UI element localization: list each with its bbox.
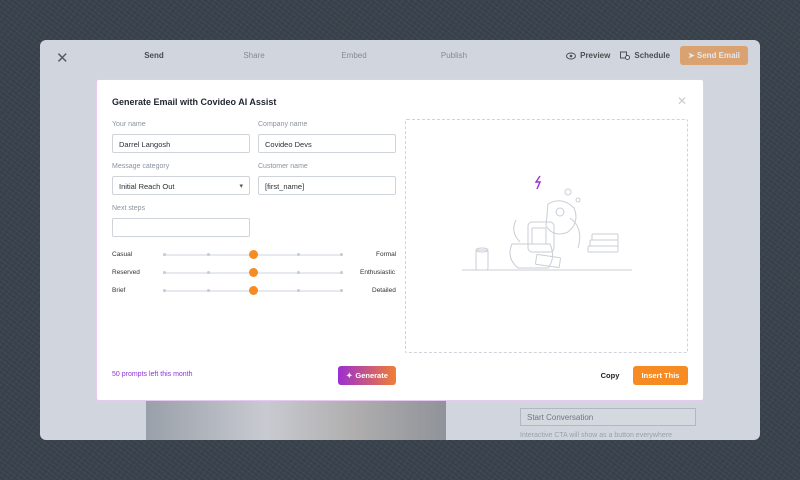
company-name-field[interactable]: Covideo Devs [258, 134, 396, 153]
your-name-field[interactable]: Darrel Langosh [112, 134, 250, 153]
your-name-label: Your name [112, 121, 146, 128]
generate-button[interactable]: ✦ Generate [338, 366, 396, 385]
slider-handle[interactable] [248, 268, 258, 277]
slider-handle[interactable] [248, 250, 258, 259]
customer-name-field[interactable]: [first_name] [258, 176, 396, 195]
slider-right-label: Enthusiastic [360, 269, 396, 276]
slider-tick [297, 289, 300, 292]
slider-tick [297, 271, 300, 274]
slider-tick [207, 289, 210, 292]
slider-tick [207, 271, 210, 274]
slider-tick [163, 289, 166, 292]
message-category-value: Initial Reach Out [119, 182, 175, 191]
slider-handle[interactable] [248, 286, 258, 295]
customer-name-label: Customer name [258, 163, 308, 170]
slider-track[interactable] [163, 286, 343, 295]
modal-title: Generate Email with Covideo AI Assist [112, 97, 277, 107]
close-icon[interactable]: ✕ [677, 94, 687, 108]
slider-right-label: Detailed [372, 287, 396, 294]
insert-this-button[interactable]: Insert This [633, 366, 688, 385]
generate-label: Generate [355, 371, 388, 380]
next-steps-label: Next steps [112, 205, 146, 212]
slider-tick [340, 289, 343, 292]
prompts-remaining: 50 prompts left this month [112, 371, 193, 378]
message-category-select[interactable]: Initial Reach Out ▾ [112, 176, 250, 195]
slider-tick [340, 271, 343, 274]
sparkle-icon: ✦ [346, 371, 353, 380]
slider-tick [297, 253, 300, 256]
slider-tick [207, 253, 210, 256]
ai-assist-modal: Generate Email with Covideo AI Assist ✕ … [96, 79, 704, 401]
slider-tick [340, 253, 343, 256]
robot-illustration [462, 175, 632, 271]
slider-track[interactable] [163, 268, 343, 277]
email-preview-area [405, 119, 688, 353]
copy-button[interactable]: Copy [594, 366, 626, 385]
message-category-label: Message category [112, 163, 170, 170]
slider-left-label: Brief [112, 287, 126, 294]
chevron-down-icon: ▾ [239, 183, 243, 190]
slider-left-label: Casual [112, 251, 133, 258]
slider-right-label: Formal [376, 251, 397, 258]
slider-tick [163, 271, 166, 274]
slider-tick [163, 253, 166, 256]
slider-track[interactable] [163, 250, 343, 259]
next-steps-field[interactable] [112, 218, 250, 237]
slider-left-label: Reserved [112, 269, 140, 276]
company-name-label: Company name [258, 121, 308, 128]
